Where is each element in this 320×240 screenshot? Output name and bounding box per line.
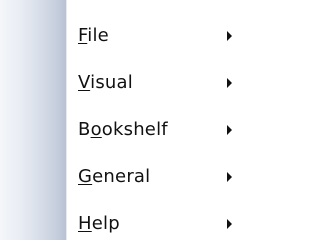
menu-item-label: Visual [78, 72, 133, 93]
menu-item-bookshelf[interactable]: Bookshelf [0, 106, 252, 153]
submenu-arrow-icon [227, 218, 232, 229]
menu-item-help[interactable]: Help [0, 200, 252, 240]
submenu-arrow-icon [227, 124, 232, 135]
menu-item-label: Help [78, 213, 120, 234]
menu-item-file[interactable]: File [0, 12, 252, 59]
menu-item-label: File [78, 25, 109, 46]
menu-item-label: Bookshelf [78, 119, 168, 140]
context-menu: File Visual Bookshelf General Help [0, 0, 252, 240]
menu-item-visual[interactable]: Visual [0, 59, 252, 106]
submenu-arrow-icon [227, 171, 232, 182]
submenu-arrow-icon [227, 77, 232, 88]
menu-item-label: General [78, 166, 151, 187]
menu-items: File Visual Bookshelf General Help [0, 12, 252, 240]
menu-item-general[interactable]: General [0, 153, 252, 200]
submenu-arrow-icon [227, 30, 232, 41]
